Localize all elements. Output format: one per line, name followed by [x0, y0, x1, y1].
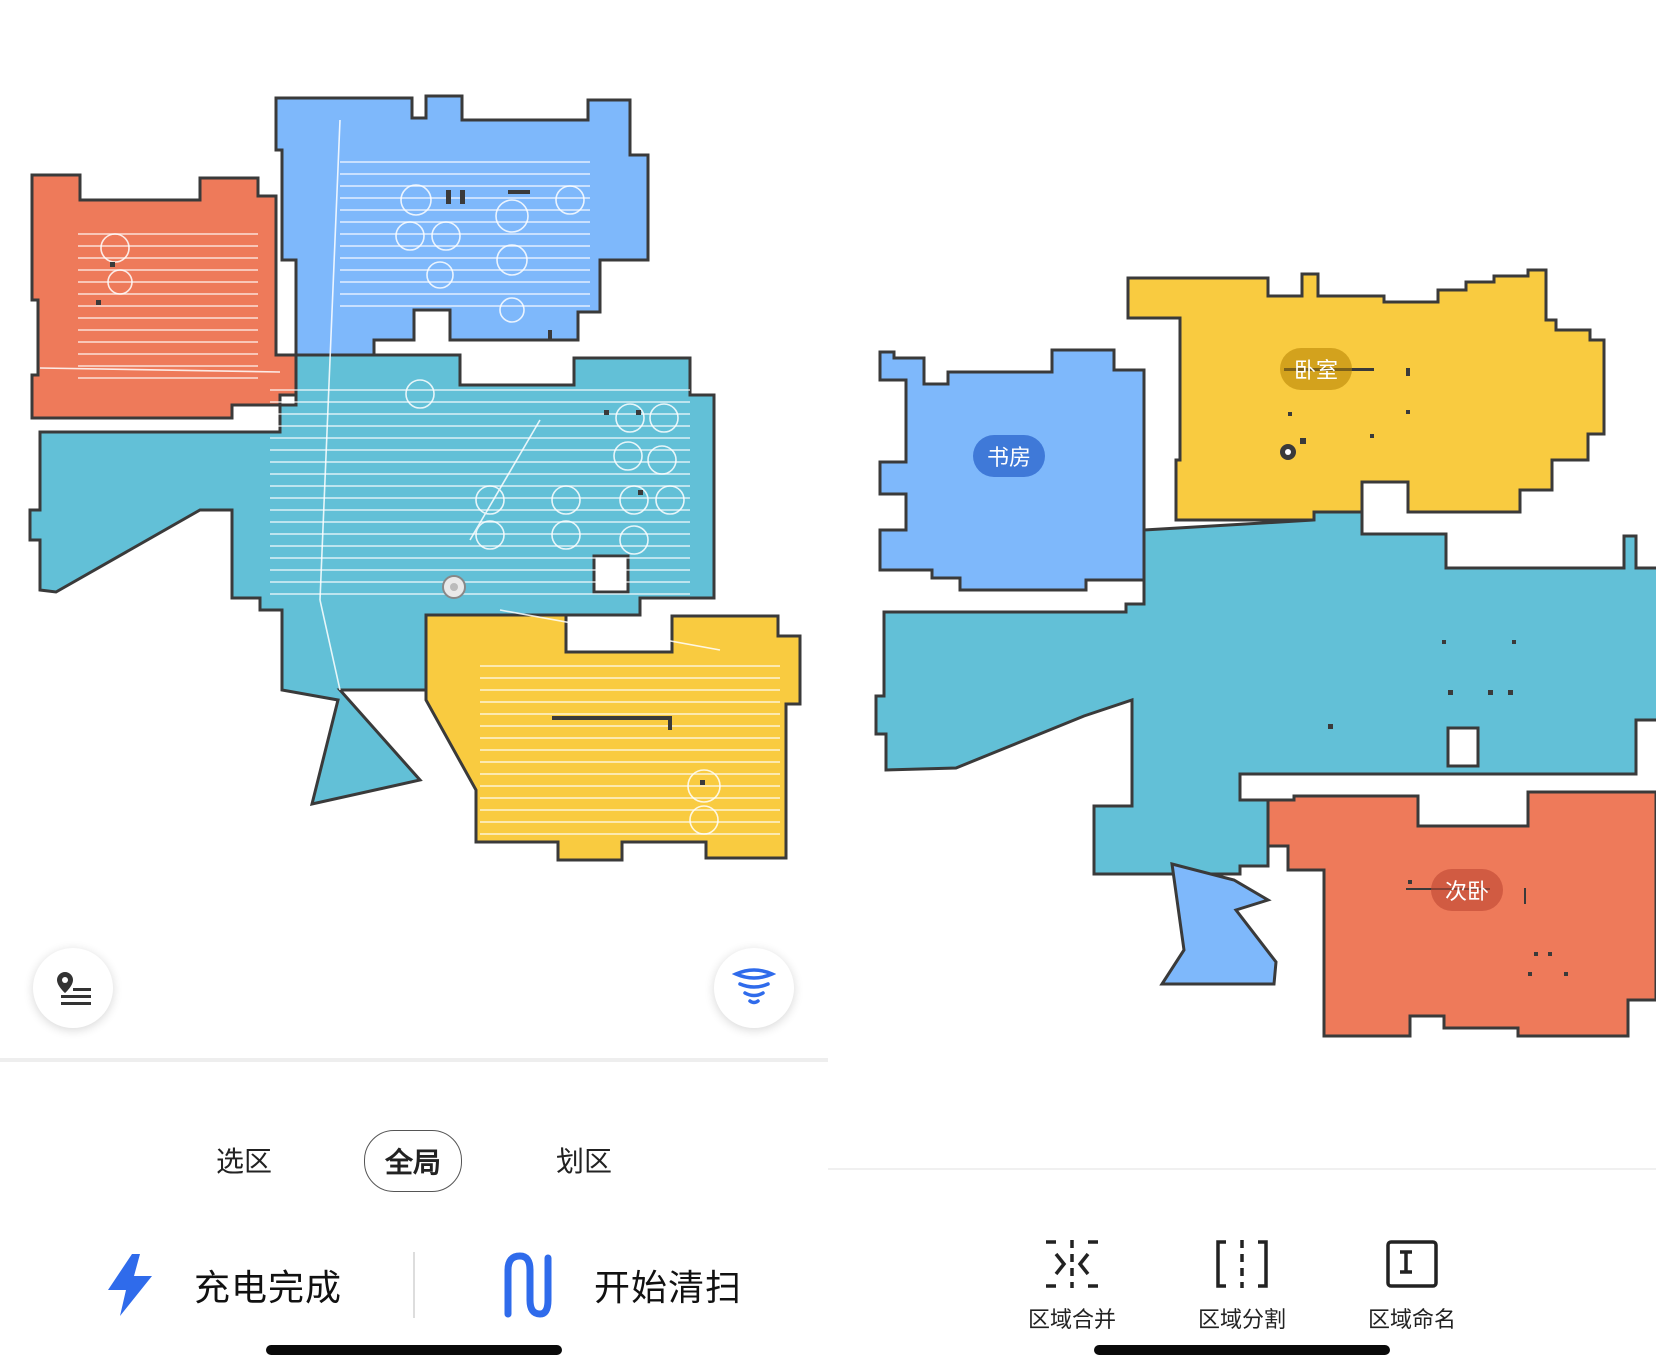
- lightning-icon: [108, 1254, 152, 1316]
- room-label-bedroom[interactable]: 卧室: [1280, 348, 1353, 390]
- tab-select-area[interactable]: 选区: [184, 1130, 304, 1190]
- room-second-bedroom: [1266, 790, 1656, 1038]
- merge-icon: [1046, 1240, 1098, 1288]
- split-area-label: 区域分割: [1197, 1308, 1286, 1333]
- rename-icon: [1386, 1240, 1438, 1288]
- cleaning-screen: 选区 全局 划区 充电完成 开始清扫: [0, 0, 828, 1372]
- split-icon: [1216, 1240, 1268, 1288]
- rename-area-button[interactable]: 区域命名: [1342, 1238, 1482, 1334]
- room-label-study[interactable]: 书房: [973, 435, 1046, 477]
- tornado-icon: [732, 968, 776, 1005]
- suction-mode-button[interactable]: [714, 948, 794, 1028]
- home-indicator: [1094, 1345, 1390, 1355]
- home-indicator: [266, 1345, 562, 1355]
- charge-status-label: 充电完成: [194, 1268, 343, 1309]
- room-study-ext: [1159, 861, 1278, 986]
- clean-route-icon: [504, 1252, 552, 1318]
- start-clean-button[interactable]: 开始清扫: [500, 1240, 742, 1330]
- map-list-button[interactable]: [33, 948, 113, 1028]
- divider: [0, 1058, 828, 1062]
- room-edit-screen: 卧室 书房 次卧 区域合并 区域分割 区域命名: [828, 0, 1656, 1372]
- room-label-second-bedroom[interactable]: 次卧: [1431, 869, 1504, 911]
- divider: [828, 1168, 1656, 1170]
- rename-area-label: 区域命名: [1367, 1308, 1456, 1333]
- action-separator: [413, 1252, 415, 1318]
- room-bedroom: [1126, 268, 1606, 522]
- room-map[interactable]: [828, 0, 1656, 1160]
- start-clean-label: 开始清扫: [594, 1268, 743, 1309]
- location-list-icon: [57, 972, 91, 1005]
- cleaning-map[interactable]: [0, 0, 828, 1050]
- tab-global[interactable]: 全局: [364, 1130, 462, 1192]
- split-area-button[interactable]: 区域分割: [1172, 1238, 1312, 1334]
- merge-area-label: 区域合并: [1027, 1308, 1116, 1333]
- tab-draw-area[interactable]: 划区: [524, 1130, 644, 1190]
- merge-area-button[interactable]: 区域合并: [1002, 1238, 1142, 1334]
- charge-status[interactable]: 充电完成: [104, 1240, 342, 1330]
